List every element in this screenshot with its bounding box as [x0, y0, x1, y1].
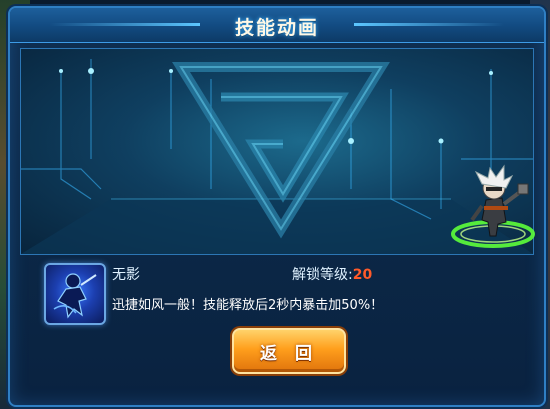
- hero-character: [448, 160, 538, 256]
- unlock-level: 解锁等级:20: [292, 264, 372, 284]
- unlock-label: 解锁等级:: [292, 267, 353, 283]
- back-button-label: 返 回: [260, 344, 318, 364]
- dialog-title: 技能动画: [234, 17, 319, 39]
- skill-icon: [44, 263, 106, 325]
- skill-description: 迅捷如风一般！技能释放后2秒内暴击加50%！: [112, 298, 384, 313]
- hero-sprite: [451, 164, 535, 248]
- ninja-silhouette-icon: [53, 273, 97, 319]
- back-button[interactable]: 返 回: [232, 328, 346, 374]
- unlock-level-value: 20: [352, 267, 373, 283]
- title-bar: 技能动画: [10, 8, 544, 43]
- skill-name: 无影: [112, 267, 140, 283]
